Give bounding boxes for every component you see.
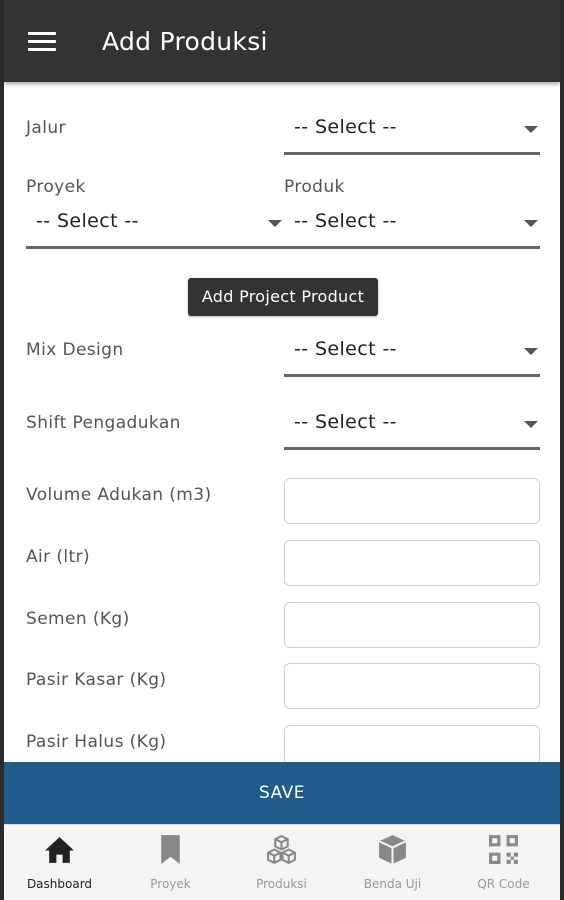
- nav-label-qr-code: QR Code: [477, 877, 530, 891]
- mix-design-select-value: -- Select --: [294, 338, 397, 360]
- proyek-select-value: -- Select --: [36, 210, 139, 232]
- app-bar: Add Produksi: [4, 0, 560, 82]
- semen-input[interactable]: [284, 602, 540, 648]
- semen-label: Semen (Kg): [26, 609, 130, 629]
- nav-label-proyek: Proyek: [150, 877, 191, 891]
- chevron-down-icon: [524, 126, 538, 133]
- nav-label-dashboard: Dashboard: [26, 877, 93, 891]
- produk-label: Produk: [284, 177, 345, 197]
- volume-input[interactable]: [284, 478, 540, 524]
- add-project-product-button[interactable]: Add Project Product: [188, 278, 378, 316]
- nav-item-proyek[interactable]: Proyek: [115, 825, 226, 900]
- cubes-icon: [267, 834, 296, 865]
- cube-icon: [378, 835, 407, 864]
- chevron-down-icon: [524, 220, 538, 227]
- nav-item-benda-uji[interactable]: Benda Uji: [337, 825, 448, 900]
- pasir-kasar-label: Pasir Kasar (Kg): [26, 670, 167, 690]
- menu-icon[interactable]: [28, 32, 56, 52]
- mix-design-label: Mix Design: [26, 340, 124, 360]
- screen: Add Produksi Jalur -- Select -- Proyek P…: [4, 0, 560, 900]
- mix-design-select[interactable]: -- Select --: [284, 328, 540, 377]
- produk-select[interactable]: -- Select --: [284, 200, 540, 249]
- proyek-select[interactable]: -- Select --: [26, 200, 284, 249]
- form-content: Jalur -- Select -- Proyek Produk -- Sele…: [4, 82, 560, 771]
- air-input[interactable]: [284, 540, 540, 586]
- volume-label: Volume Adukan (m3): [26, 485, 212, 505]
- nav-label-benda-uji: Benda Uji: [363, 877, 422, 891]
- pasir-kasar-input[interactable]: [284, 663, 540, 709]
- page-title: Add Produksi: [102, 27, 268, 56]
- nav-item-qr-code[interactable]: QR Code: [448, 825, 559, 900]
- save-button[interactable]: SAVE: [4, 762, 560, 824]
- shift-label: Shift Pengadukan: [26, 413, 181, 433]
- shift-select[interactable]: -- Select --: [284, 401, 540, 450]
- nav-item-produksi[interactable]: Produksi: [226, 825, 337, 900]
- pasir-halus-label: Pasir Halus (Kg): [26, 732, 167, 752]
- home-icon: [45, 837, 74, 863]
- chevron-down-icon: [268, 220, 282, 227]
- qr-code-icon: [489, 835, 518, 864]
- produk-select-value: -- Select --: [294, 210, 397, 232]
- air-label: Air (ltr): [26, 547, 90, 567]
- chevron-down-icon: [524, 421, 538, 428]
- bottom-navigation: Dashboard Proyek Produksi Benda Uji QR C…: [4, 824, 560, 900]
- nav-label-produksi: Produksi: [256, 877, 307, 891]
- shift-select-value: -- Select --: [294, 411, 397, 433]
- chevron-down-icon: [524, 348, 538, 355]
- jalur-select[interactable]: -- Select --: [284, 106, 540, 155]
- jalur-label: Jalur: [26, 118, 66, 138]
- nav-item-dashboard[interactable]: Dashboard: [4, 825, 115, 900]
- proyek-label: Proyek: [26, 177, 86, 197]
- bookmark-icon: [161, 835, 180, 864]
- jalur-select-value: -- Select --: [294, 116, 397, 138]
